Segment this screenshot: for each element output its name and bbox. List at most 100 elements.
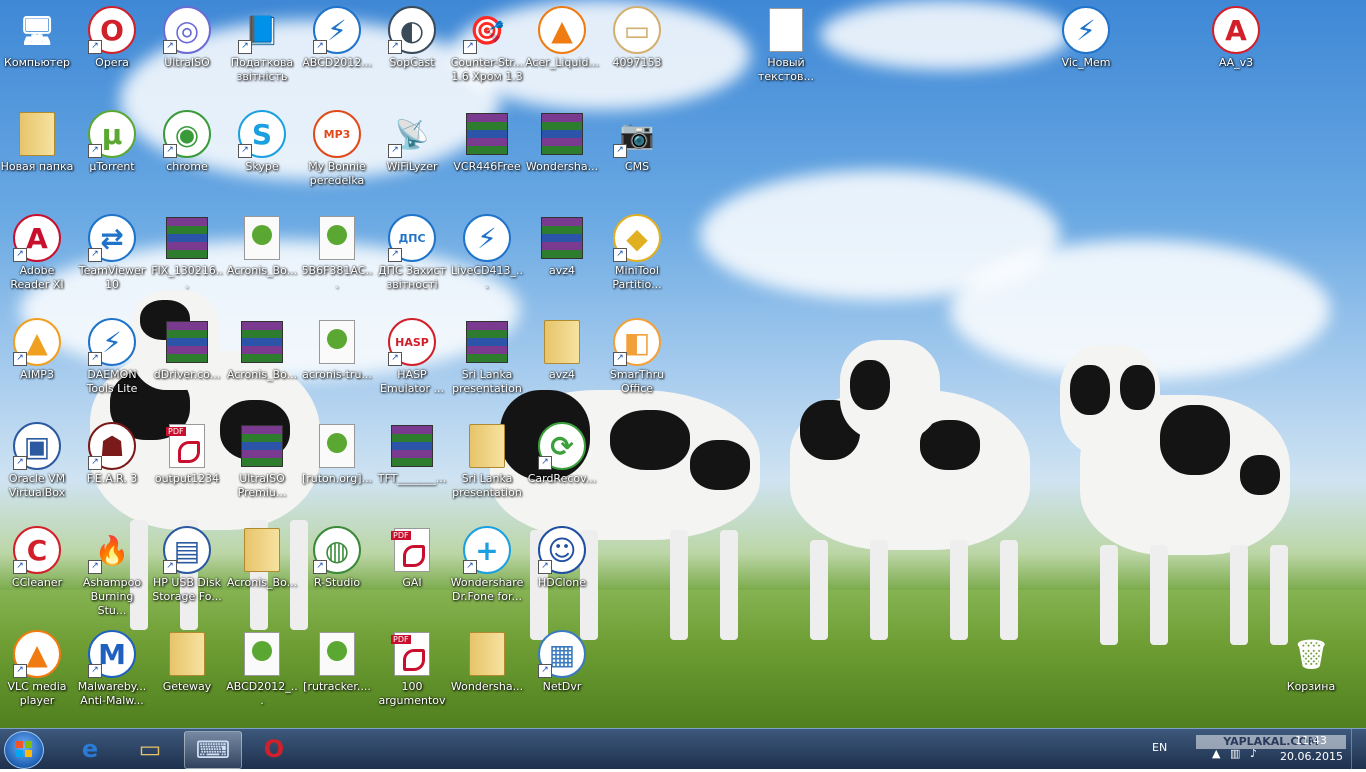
cms-webcam-icon[interactable]: 📷 ↗ CMS: [599, 106, 675, 174]
vic-mem-graphic-icon: ⚡: [1062, 6, 1110, 54]
ultraiso-archive-icon[interactable]: UltraISO Premiu...: [224, 418, 300, 500]
vlc-acer-icon[interactable]: ▲ Acer_Liquid...: [524, 2, 600, 70]
rutracker-torrent-icon[interactable]: [rutracker....: [299, 626, 375, 694]
acronis-torrent-icon[interactable]: Acronis_Bo...: [224, 210, 300, 278]
wifilyzer-icon[interactable]: 📡 ↗ WiFiLyzer: [374, 106, 450, 174]
acronis-archive-icon[interactable]: Acronis_Bo...: [224, 314, 300, 382]
text-document-icon[interactable]: Новый текстов...: [748, 2, 824, 84]
fix-archive-graphic-icon: [163, 214, 211, 262]
icon-label: Sri Lanka presentation: [452, 472, 522, 499]
network-icon[interactable]: ▥: [1230, 747, 1244, 760]
daemon-tools-icon[interactable]: ⚡ ↗ DAEMON Tools Lite: [74, 314, 150, 396]
ultraiso-icon[interactable]: ◎ ↗ UltraISO: [149, 2, 225, 70]
mp3-file-icon[interactable]: MP3 My Bonnie peredelka: [299, 106, 375, 188]
aimp3-graphic-icon: ▲ ↗: [13, 318, 61, 366]
teamviewer-icon[interactable]: ⇄ ↗ TeamViewer 10: [74, 210, 150, 292]
utorrent-icon[interactable]: µ ↗ µTorrent: [74, 106, 150, 174]
acronis-folder-icon[interactable]: Acronis_Bo...: [224, 522, 300, 590]
r-studio-icon[interactable]: ◍ ↗ R-Studio: [299, 522, 375, 590]
wondershare-archive-icon[interactable]: Wondersha...: [524, 106, 600, 174]
dps-zakhyst-icon[interactable]: ДПС ↗ ДПС Захист звітності: [374, 210, 450, 292]
daemon-abcd-icon[interactable]: ⚡ ↗ ABCD2012...: [299, 2, 375, 70]
volume-icon[interactable]: ♪: [1250, 747, 1264, 760]
skype-icon[interactable]: S ↗ Skype: [224, 106, 300, 174]
new-folder-icon[interactable]: Новая папка: [0, 106, 75, 174]
tft-archive-icon[interactable]: TFT_______...: [374, 418, 450, 486]
fear3-icon[interactable]: ☗ ↗ F.E.A.R. 3: [74, 418, 150, 486]
ruton-torrent-icon[interactable]: [ruton.org]...: [299, 418, 375, 486]
ddriver-archive-icon[interactable]: dDriver.co...: [149, 314, 225, 382]
abcd-torrent-icon[interactable]: ABCD2012_...: [224, 626, 300, 708]
vlc-graphic-icon: ▲ ↗: [13, 630, 61, 678]
output-pdf-icon[interactable]: output1234: [149, 418, 225, 486]
shortcut-arrow-icon: ↗: [88, 144, 102, 158]
avz4-folder-graphic-icon: [538, 318, 586, 366]
clock-date: 20.06.2015: [1280, 750, 1343, 763]
language-indicator[interactable]: EN: [1152, 741, 1167, 754]
vlc-icon[interactable]: ▲ ↗ VLC media player: [0, 626, 75, 708]
vcr446free-icon[interactable]: VCR446Free: [449, 106, 525, 174]
ccleaner-icon[interactable]: C ↗ CCleaner: [0, 522, 75, 590]
malwarebytes-graphic-icon: M ↗: [88, 630, 136, 678]
argumentov-pdf-icon[interactable]: 100 argumentov: [374, 626, 450, 708]
sri-lanka-folder-icon[interactable]: Sri Lanka presentation: [449, 418, 525, 500]
show-desktop-button[interactable]: [1351, 729, 1366, 769]
daemon-abcd-graphic-icon: ⚡ ↗: [313, 6, 361, 54]
taskbar-keyboard-app-button[interactable]: ⌨: [184, 731, 242, 769]
opera-icon[interactable]: O ↗ Opera: [74, 2, 150, 70]
taskbar-explorer-icon: ▭: [138, 735, 162, 763]
vic-mem-icon[interactable]: ⚡ Vic_Mem: [1048, 2, 1124, 70]
adobe-reader-icon[interactable]: A ↗ Adobe Reader XI: [0, 210, 75, 292]
torrent-file-icon[interactable]: 5B6F381AC...: [299, 210, 375, 292]
taskbar-ie-button[interactable]: e: [62, 731, 118, 767]
acronis-true-torrent-icon[interactable]: acronis-tru...: [299, 314, 375, 382]
icon-label: 5B6F381AC...: [301, 264, 373, 291]
smarthru-office-graphic-icon: ◧ ↗: [613, 318, 661, 366]
drfone-icon[interactable]: + ↗ Wondershare Dr.Fone for...: [449, 522, 525, 604]
ammyy-admin-icon[interactable]: A AA_v3: [1198, 2, 1274, 70]
start-button[interactable]: [4, 731, 44, 769]
geteway-folder-icon[interactable]: Geteway: [149, 626, 225, 694]
icon-label: Counter-Str... 1.6 Хром 1.3: [450, 56, 524, 83]
livecd-icon[interactable]: ⚡ LiveCD413_...: [449, 210, 525, 292]
avz4-archive-icon[interactable]: avz4: [524, 210, 600, 278]
malwarebytes-icon[interactable]: M ↗ Malwareby... Anti-Malw...: [74, 626, 150, 708]
shortcut-arrow-icon: ↗: [313, 40, 327, 54]
image-file-icon[interactable]: ▭ 4097153: [599, 2, 675, 70]
taskbar-explorer-button[interactable]: ▭: [122, 731, 178, 767]
ashampoo-icon[interactable]: 🔥 ↗ Ashampoo Burning Stu...: [74, 522, 150, 618]
system-clock[interactable]: 11:43 20.06.2015: [1280, 733, 1343, 765]
hdclone-icon[interactable]: ☺ ↗ HDClone: [524, 522, 600, 590]
virtualbox-icon[interactable]: ▣ ↗ Oracle VM VirtualBox: [0, 418, 75, 500]
ultraiso-archive-graphic-icon: [238, 422, 286, 470]
icon-label: VLC media player: [7, 680, 67, 707]
minitool-partition-icon[interactable]: ◆ ↗ MiniTool Partitio...: [599, 210, 675, 292]
skype-graphic-icon: S ↗: [238, 110, 286, 158]
cardrecovery-icon[interactable]: ⟳ ↗ CardRecov...: [524, 418, 600, 486]
counter-strike-icon[interactable]: 🎯 ↗ Counter-Str... 1.6 Хром 1.3: [449, 2, 525, 84]
netdvr-icon[interactable]: ▦ ↗ NetDvr: [524, 626, 600, 694]
taskbar-opera-button[interactable]: O: [246, 731, 302, 767]
icon-label: Wondersha...: [450, 680, 524, 693]
clock-time: 11:43: [1295, 734, 1327, 747]
computer-icon[interactable]: 🖥 Компьютер: [0, 2, 75, 70]
shortcut-arrow-icon: ↗: [613, 352, 627, 366]
sopcast-icon[interactable]: ◐ ↗ SopCast: [374, 2, 450, 70]
sri-lanka-archive-icon[interactable]: Sri Lanka presentation: [449, 314, 525, 396]
hasp-emulator-icon[interactable]: HASP ↗ HASP Emulator ...: [374, 314, 450, 396]
fix-archive-icon[interactable]: FIX_130216...: [149, 210, 225, 292]
desktop-wallpaper[interactable]: 🖥 Компьютер O ↗ Opera ◎ ↗ UltraISO 📘 ↗ Податкова з…: [0, 0, 1366, 728]
smarthru-office-icon[interactable]: ◧ ↗ SmarThru Office: [599, 314, 675, 396]
tax-report-icon[interactable]: 📘 ↗ Податкова звітність: [224, 2, 300, 84]
recycle-bin-icon[interactable]: 🗑 Корзина: [1273, 626, 1349, 694]
tray-arrow-icon[interactable]: ▲: [1212, 747, 1224, 760]
chrome-icon[interactable]: ◉ ↗ chrome: [149, 106, 225, 174]
shortcut-arrow-icon: ↗: [613, 144, 627, 158]
wondershare-folder-icon[interactable]: Wondersha...: [449, 626, 525, 694]
gai-pdf-icon[interactable]: GAI: [374, 522, 450, 590]
avz4-folder-icon[interactable]: avz4: [524, 314, 600, 382]
hp-usb-format-icon[interactable]: ▤ ↗ HP USB Disk Storage Fo...: [149, 522, 225, 604]
aimp3-icon[interactable]: ▲ ↗ AIMP3: [0, 314, 75, 382]
icon-label: Opera: [95, 56, 129, 69]
mp3-file-graphic-icon: MP3: [313, 110, 361, 158]
